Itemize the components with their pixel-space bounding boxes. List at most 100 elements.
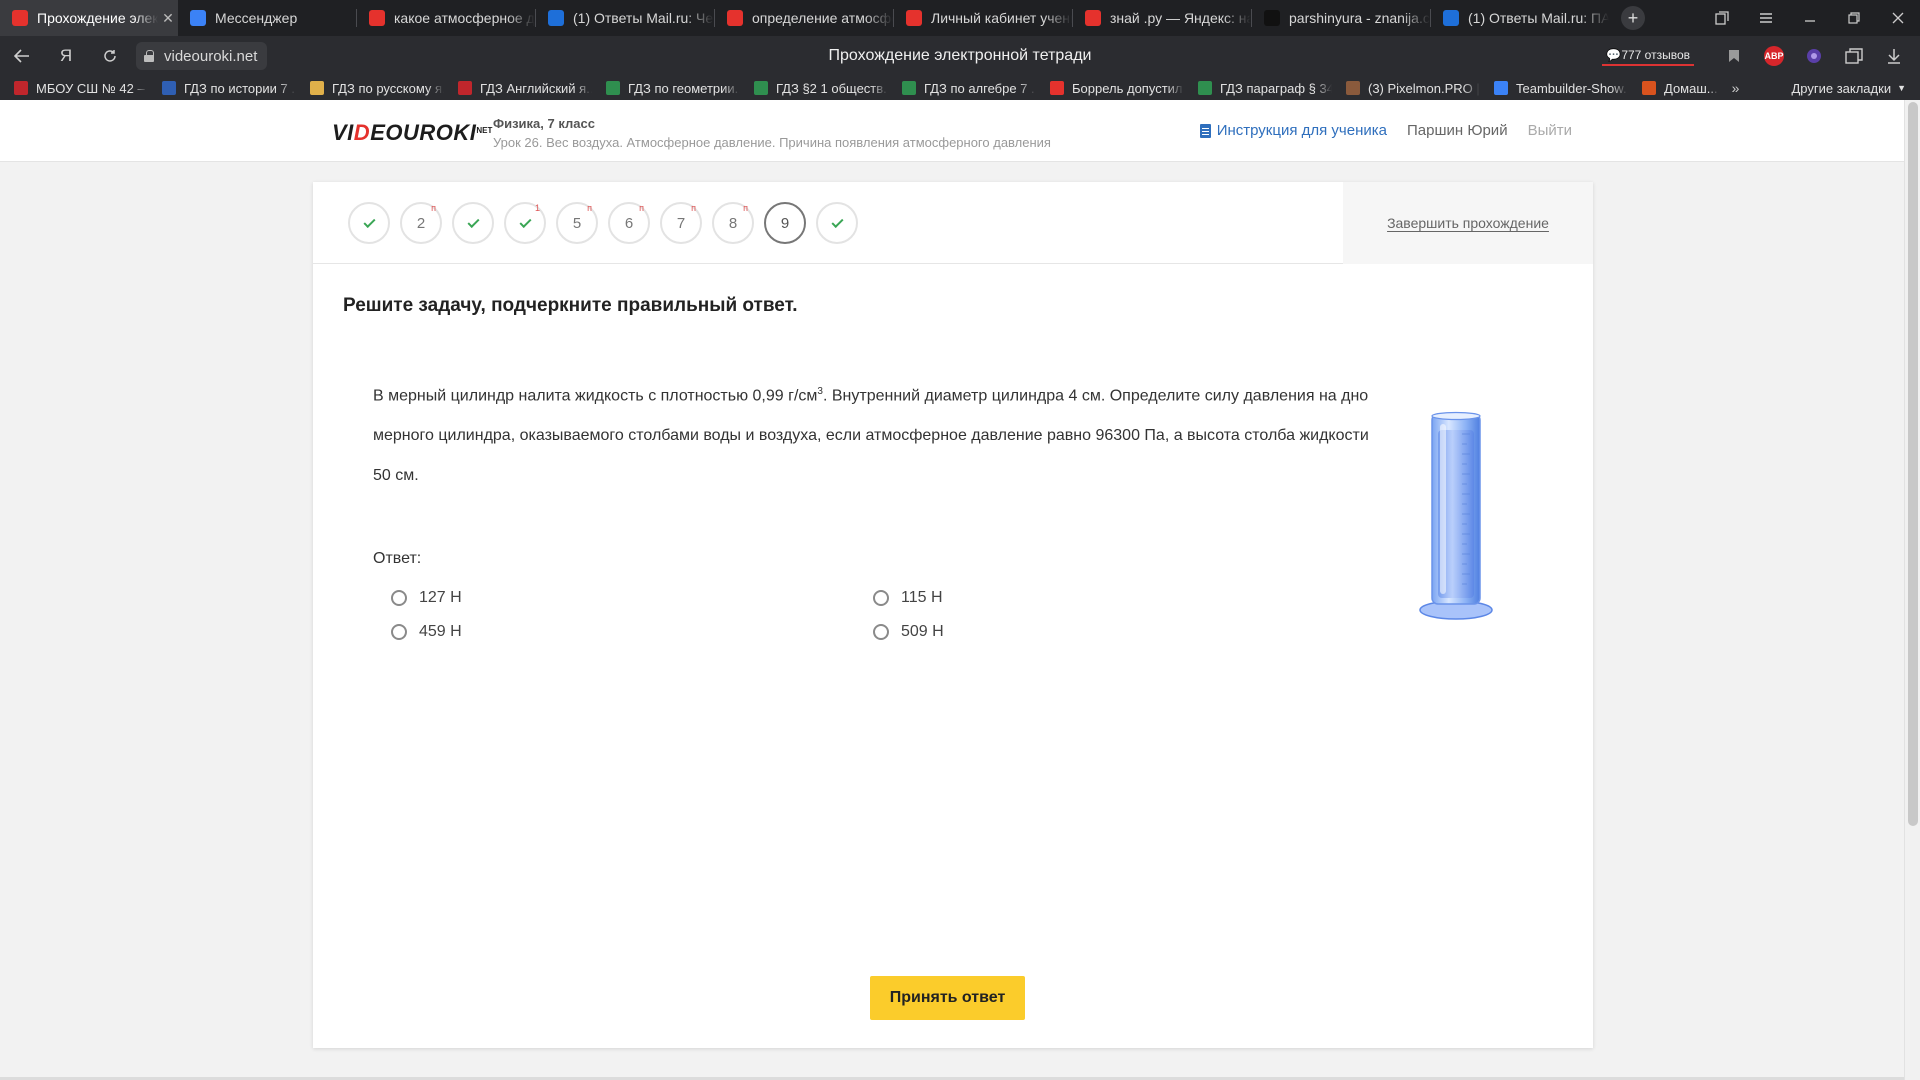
other-bookmarks-label: Другие закладки [1791,80,1892,96]
answer-option[interactable]: 509 Н [873,623,1073,641]
bookmark-item[interactable]: ГДЗ по алгебре 7 ... [902,81,1036,96]
bookmark-label: ГДЗ по геометрии... [628,80,740,96]
checkmark-icon [830,215,844,228]
bookmark-label: Teambuilder-Show... [1516,80,1628,96]
task-step-2[interactable]: 2п [400,202,442,244]
bookmark-item[interactable]: Боррель допустил... [1050,81,1184,96]
step-number: 5 [572,214,582,232]
bookmark-favicon-icon [754,81,768,95]
new-tab-button[interactable]: + [1621,6,1645,30]
browser-tab[interactable]: определение атмосферного [715,0,893,36]
bookmark-item[interactable]: Teambuilder-Show... [1494,81,1628,96]
browser-tab[interactable]: знай .ру — Яндекс: нашлось [1073,0,1251,36]
bookmark-item[interactable]: МБОУ СШ № 42 – ... [14,81,148,96]
site-header: VIDEOUROKINET Физика, 7 класс Урок 26. В… [0,100,1904,162]
back-arrow-icon[interactable] [0,36,44,76]
browser-tab[interactable]: Мессенджер [178,0,356,36]
bookmark-label: ГДЗ по русскому я... [332,80,444,96]
browser-tab[interactable]: какое атмосферное давление [357,0,535,36]
window-controls [1700,0,1920,36]
task-step-1[interactable] [348,202,390,244]
answer-option[interactable]: 115 Н [873,589,1073,607]
znanija-icon [1264,10,1280,26]
tab-title: знай .ру — Яндекс: нашлось [1110,10,1251,26]
header-links: Инструкция для ученика Паршин Юрий Выйти [1199,122,1572,139]
close-tab-icon[interactable]: ✕ [158,10,178,27]
url-field[interactable]: videouroki.net [136,42,268,70]
reload-icon[interactable] [88,36,132,76]
other-bookmarks-button[interactable]: Другие закладки ▼ [1783,76,1906,100]
task-step-8[interactable]: 8п [712,202,754,244]
task-step-9[interactable]: 9 [764,202,806,244]
radio-button[interactable] [873,624,889,640]
step-number: 9 [780,214,790,232]
videouroki-logo[interactable]: VIDEOUROKINET [332,120,492,146]
bookmark-label: ГДЗ по алгебре 7 ... [924,80,1036,96]
mail-answers-icon [1443,10,1459,26]
task-step-4[interactable]: 1 [504,202,546,244]
answer-option[interactable]: 459 Н [391,623,873,641]
measuring-cylinder-image [1418,410,1496,627]
more-bookmarks-button[interactable]: » [1732,80,1740,96]
yandex-home-icon[interactable]: Я [44,36,88,76]
bookmark-item[interactable]: ГДЗ по истории 7 ... [162,81,296,96]
menu-icon[interactable] [1744,0,1788,36]
user-name[interactable]: Паршин Юрий [1407,122,1508,139]
tab-title: Мессенджер [215,10,298,26]
answer-option-label: 127 Н [419,589,462,606]
reviews-badge[interactable]: 💬777 отзывов [1602,46,1694,66]
scrollbar-thumb[interactable] [1908,102,1918,826]
adblock-icon[interactable]: ABP [1756,36,1792,76]
task-step-6[interactable]: 6п [608,202,650,244]
bookmark-label: МБОУ СШ № 42 – ... [36,80,148,96]
bookmark-item[interactable]: ГДЗ Английский я... [458,81,592,96]
logout-link[interactable]: Выйти [1528,122,1572,139]
task-step-7[interactable]: 7п [660,202,702,244]
bookmark-icon[interactable] [1716,36,1752,76]
checkmark-icon [518,215,532,228]
bookmark-item[interactable]: Домаш... [1642,81,1718,96]
bookmark-favicon-icon [458,81,472,95]
radio-button[interactable] [873,590,889,606]
tab-title: (1) Ответы Mail.ru: Чем [573,10,714,26]
lock-icon [144,50,154,62]
extension-icon[interactable] [1796,36,1832,76]
browser-tab[interactable]: (1) Ответы Mail.ru: ПАМ [1431,0,1609,36]
bookmark-label: Домаш... [1664,80,1718,96]
browser-tab[interactable]: (1) Ответы Mail.ru: Чем [536,0,714,36]
answer-option[interactable]: 127 Н [391,589,873,607]
answer-label: Ответ: [373,550,422,567]
browser-tab[interactable]: Личный кабинет ученика [894,0,1072,36]
address-bar-actions: 💬777 отзывов ABP [1602,36,1912,76]
browser-tab[interactable]: parshinyura - znanija.com [1252,0,1430,36]
bookmark-item[interactable]: ГДЗ по геометрии... [606,81,740,96]
browser-tab[interactable]: Прохождение электронной тетради✕ [0,0,178,36]
submit-answer-button[interactable]: Принять ответ [870,976,1025,1020]
restore-icon[interactable] [1832,0,1876,36]
task-step-5[interactable]: 5п [556,202,598,244]
radio-button[interactable] [391,590,407,606]
bookmark-item[interactable]: ГДЗ по русскому я... [310,81,444,96]
instruction-link[interactable]: Инструкция для ученика [1199,122,1387,139]
close-window-icon[interactable] [1876,0,1920,36]
answer-options: 127 Н 115 Н 459 Н 509 Н [391,589,944,641]
tab-title: (1) Ответы Mail.ru: ПАМ [1468,10,1609,26]
tabs-overview-icon[interactable] [1700,0,1744,36]
bookmark-item[interactable]: ГДЗ параграф § 34... [1198,81,1332,96]
download-icon[interactable] [1876,36,1912,76]
radio-button[interactable] [391,624,407,640]
bookmark-item[interactable]: (3) Pixelmon.PRO |... [1346,81,1480,96]
page-scrollbar[interactable] [1904,100,1920,1080]
finish-workbook-link[interactable]: Завершить прохождение [1387,215,1549,231]
bookmark-list: МБОУ СШ № 42 – ... ГДЗ по истории 7 ... ГД… [14,81,1732,96]
collections-icon[interactable] [1836,36,1872,76]
task-navigation: 2п 15п6п7п8п 9 Завершить прохождение [313,182,1593,264]
bookmark-label: Боррель допустил... [1072,80,1184,96]
bookmark-item[interactable]: ГДЗ §2 1 обществ... [754,81,888,96]
bookmark-label: ГДЗ по истории 7 ... [184,80,296,96]
yandex-icon [369,10,385,26]
yandex-icon [1085,10,1101,26]
minimize-icon[interactable] [1788,0,1832,36]
task-step-10[interactable] [816,202,858,244]
task-step-3[interactable] [452,202,494,244]
